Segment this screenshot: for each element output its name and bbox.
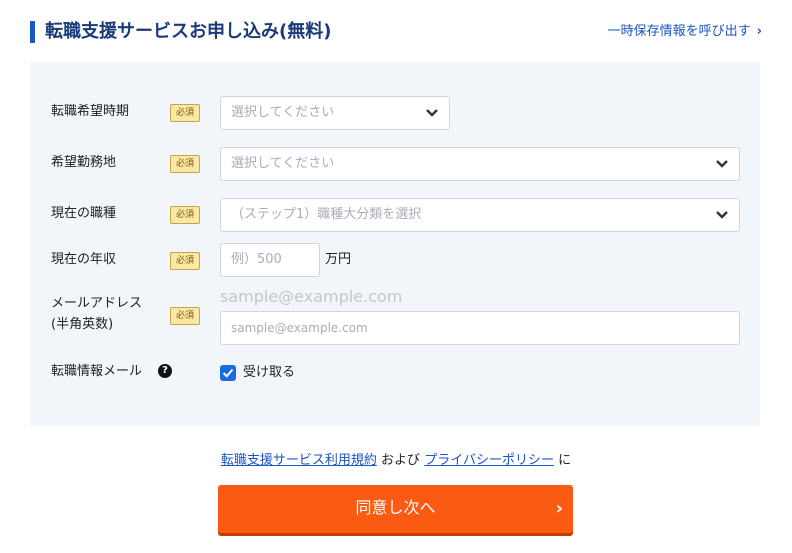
email-label: メールアドレス xyxy=(51,296,143,311)
agree-next-label: 同意し次へ xyxy=(355,498,436,517)
timing-label: 転職希望時期 xyxy=(51,104,130,119)
timing-select[interactable]: 選択してください xyxy=(220,96,450,130)
required-badge: 必須 xyxy=(170,206,200,224)
job-label: 現在の職種 xyxy=(51,206,117,221)
terms-conjunction: および xyxy=(381,453,421,468)
chevron-down-icon xyxy=(716,160,728,168)
page-title: 転職支援サービスお申し込み(無料) xyxy=(45,21,332,42)
load-saved-label: 一時保存情報を呼び出す xyxy=(607,24,751,39)
required-badge: 必須 xyxy=(170,252,200,270)
required-badge: 必須 xyxy=(170,307,200,325)
income-placeholder: 例）500 xyxy=(231,252,282,267)
email-label-note: (半角英数) xyxy=(51,317,114,332)
title-accent-bar xyxy=(30,21,35,43)
load-saved-link[interactable]: 一時保存情報を呼び出す › xyxy=(608,22,762,42)
help-icon[interactable]: ? xyxy=(158,364,172,378)
income-unit: 万円 xyxy=(325,252,352,267)
chevron-right-icon: › xyxy=(555,498,563,519)
terms-of-service-link[interactable]: 転職支援サービス利用規約 xyxy=(221,453,377,468)
chevron-down-icon xyxy=(426,109,438,117)
newsletter-checkbox-label[interactable]: 受け取る xyxy=(243,363,295,383)
location-select-placeholder: 選択してください xyxy=(231,156,335,171)
page-header: 転職支援サービスお申し込み(無料) 一時保存情報を呼び出す › xyxy=(30,18,762,46)
location-select[interactable]: 選択してください xyxy=(220,147,740,181)
privacy-policy-link[interactable]: プライバシーポリシー xyxy=(424,453,554,468)
terms-consent-text: 転職支援サービス利用規約 および プライバシーポリシー に xyxy=(0,451,792,471)
newsletter-checkbox[interactable] xyxy=(220,365,236,381)
required-badge: 必須 xyxy=(170,104,200,122)
newsletter-label: 転職情報メール xyxy=(51,364,143,379)
location-label: 希望勤務地 xyxy=(51,155,117,170)
checkmark-icon xyxy=(222,368,234,378)
email-input[interactable]: sample@example.com xyxy=(220,311,740,345)
income-label: 現在の年収 xyxy=(51,252,117,267)
income-input[interactable]: 例）500 xyxy=(220,243,320,277)
chevron-right-icon: › xyxy=(756,24,762,39)
job-category-select[interactable]: （ステップ1）職種大分類を選択 xyxy=(220,198,740,232)
application-form: 転職希望時期 必須 選択してください 希望勤務地 必須 選択してください 現在の… xyxy=(30,62,760,426)
agree-next-button[interactable]: 同意し次へ › xyxy=(218,485,573,533)
job-select-placeholder: （ステップ1）職種大分類を選択 xyxy=(231,207,422,222)
required-badge: 必須 xyxy=(170,155,200,173)
email-placeholder: sample@example.com xyxy=(231,321,368,335)
email-autocomplete-hint: sample@example.com xyxy=(220,287,403,306)
terms-particle: に xyxy=(558,453,572,468)
timing-select-placeholder: 選択してください xyxy=(231,105,335,120)
chevron-down-icon xyxy=(716,211,728,219)
